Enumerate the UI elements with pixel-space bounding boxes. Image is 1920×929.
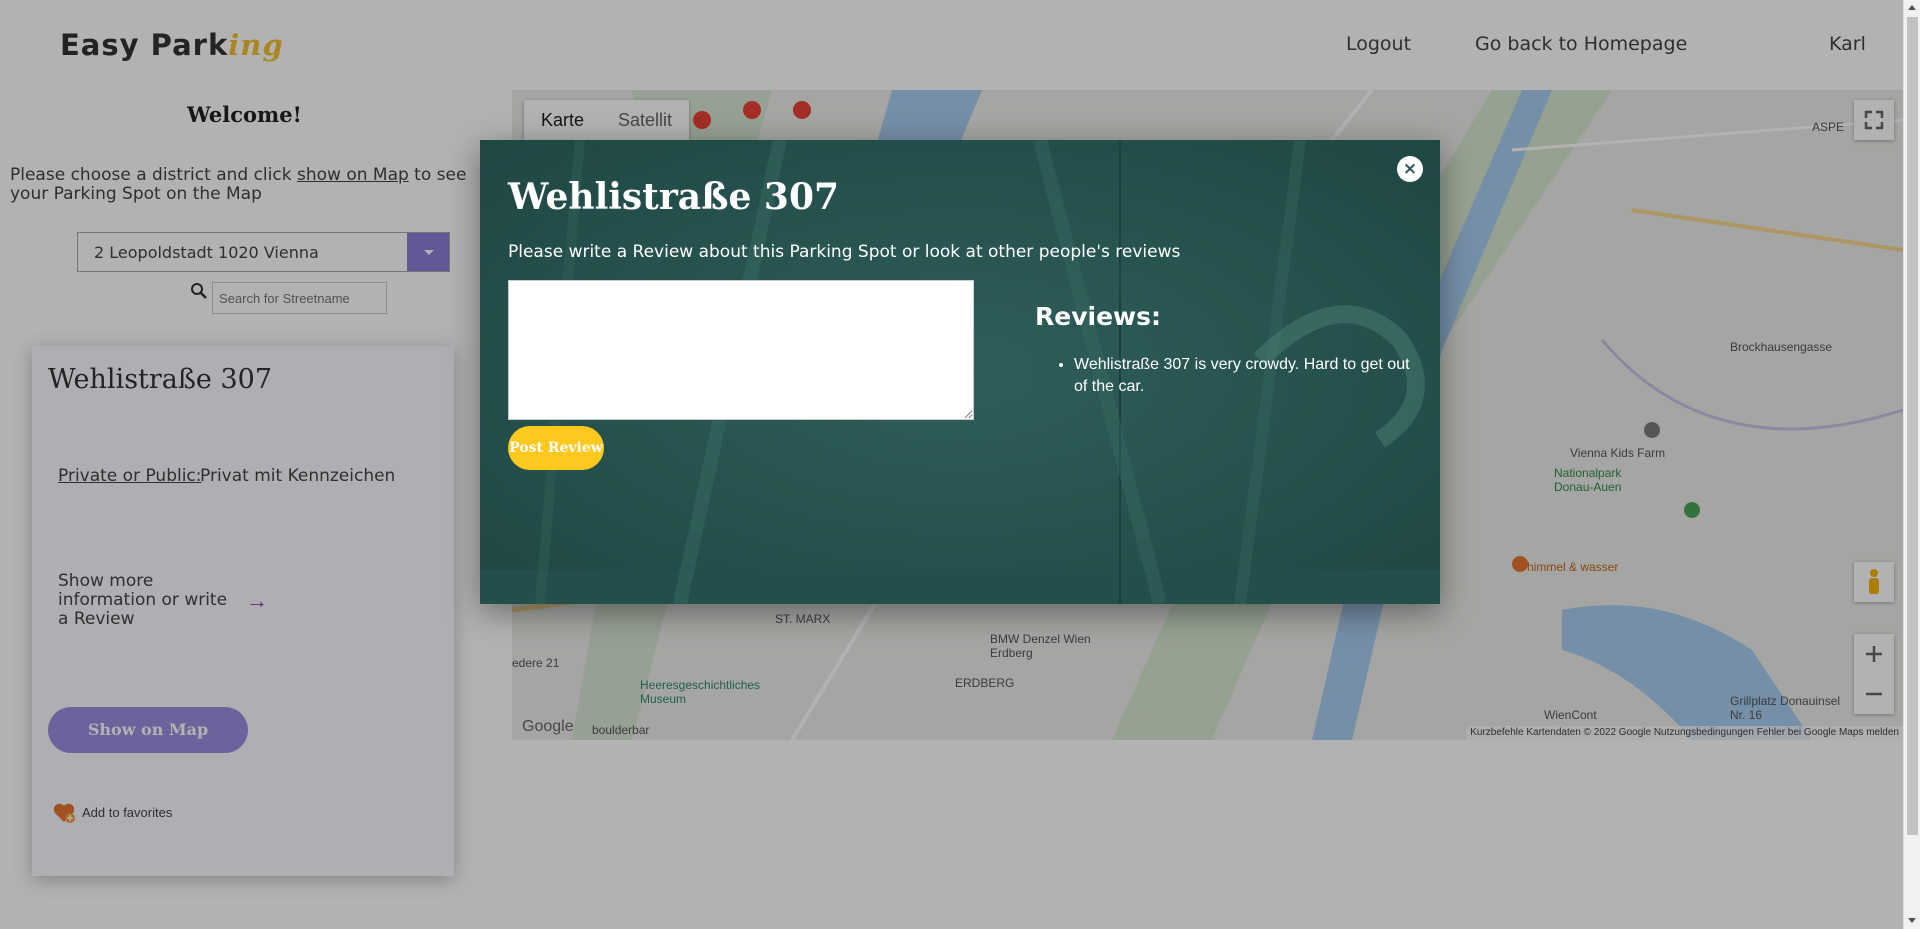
reviews-heading: Reviews: (1035, 302, 1162, 331)
scroll-up-icon[interactable] (1908, 5, 1916, 10)
scroll-down-icon[interactable] (1908, 918, 1916, 923)
review-item: Wehlistraße 307 is very crowdy. Hard to … (1074, 354, 1414, 398)
review-modal: Wehlistraße 307 Please write a Review ab… (480, 140, 1440, 604)
modal-subtitle: Please write a Review about this Parking… (508, 242, 1181, 262)
scroll-thumb[interactable] (1907, 17, 1918, 835)
page-scrollbar[interactable] (1903, 0, 1920, 929)
review-textarea[interactable] (508, 280, 974, 420)
modal-title: Wehlistraße 307 (508, 176, 840, 218)
post-review-button[interactable]: Post Review (508, 426, 604, 470)
reviews-list: Wehlistraße 307 is very crowdy. Hard to … (1074, 354, 1414, 398)
close-icon[interactable]: × (1397, 156, 1423, 182)
